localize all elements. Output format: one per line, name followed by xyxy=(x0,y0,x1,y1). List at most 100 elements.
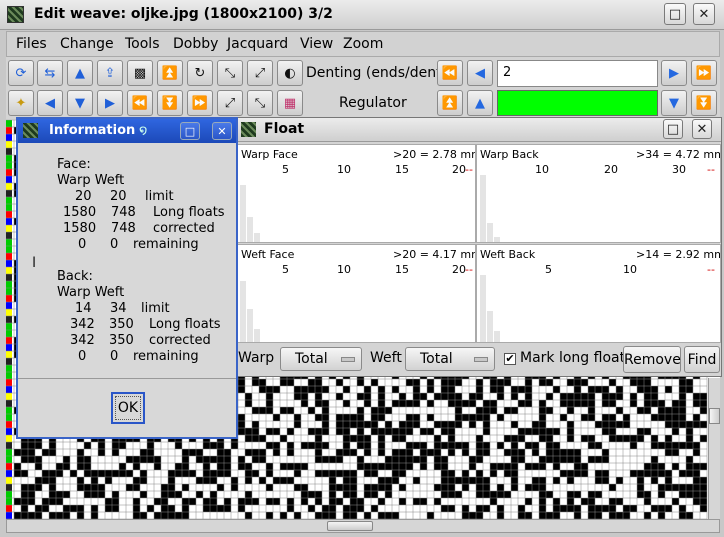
shift-up-icon[interactable]: ▲ xyxy=(67,60,93,86)
double-up-icon[interactable]: ⏫ xyxy=(157,60,183,86)
information-title: Information xyxy=(49,123,136,138)
broom-icon[interactable]: ✦ xyxy=(8,90,34,116)
chevron-down-icon xyxy=(474,357,488,362)
weft-select-label: Weft xyxy=(370,350,402,366)
float-close-button[interactable]: ✕ xyxy=(692,119,712,139)
chevron-down-icon xyxy=(341,357,355,362)
down-small-icon[interactable]: ▼ xyxy=(661,90,687,116)
down-double-icon[interactable]: ⏬ xyxy=(691,90,717,116)
warp-back-label: Warp Back xyxy=(480,148,539,161)
face-long-label: Long floats xyxy=(153,205,225,220)
weft-face-tick: 20 xyxy=(452,263,466,276)
last-icon[interactable]: ⏩ xyxy=(691,60,717,86)
weft-select[interactable]: Total xyxy=(405,347,495,371)
refresh-icon[interactable]: ⟳ xyxy=(8,60,34,86)
info-maximize-button[interactable]: □ xyxy=(180,122,200,140)
warp-face-tick: 5 xyxy=(282,163,289,176)
down-icon[interactable]: ▼ xyxy=(67,90,93,116)
double-left-icon[interactable]: ⏪ xyxy=(127,90,153,116)
face-columns: Warp Weft xyxy=(57,173,125,188)
menu-tools[interactable]: Tools xyxy=(125,36,160,52)
weft-face-marker: -- xyxy=(465,263,473,276)
right-icon[interactable]: ▶ xyxy=(97,90,123,116)
warp-face-stat: >20 = 2.78 mm: 0 xyxy=(393,148,475,161)
back-heading: Back: xyxy=(57,269,93,284)
vertical-scrollbar[interactable] xyxy=(708,378,720,520)
up-double-icon[interactable]: ⏫ xyxy=(437,90,463,116)
rotate-icon[interactable]: ↻ xyxy=(187,60,213,86)
face-corrected-label: corrected xyxy=(153,221,215,236)
info-close-button[interactable]: ✕ xyxy=(212,122,232,140)
shade-icon[interactable]: ໑ xyxy=(139,123,147,138)
histogram-bar xyxy=(240,281,246,342)
float-title-bar: Float □ ✕ xyxy=(237,118,721,142)
upload-icon[interactable]: ⇪ xyxy=(97,60,123,86)
close-button[interactable]: ✕ xyxy=(693,3,715,25)
horizontal-scrollbar[interactable] xyxy=(6,519,720,533)
swap-icon[interactable]: ⇆ xyxy=(37,60,63,86)
warp-select-value: Total xyxy=(295,351,328,367)
weft-back-panel: Weft Back >14 = 2.92 mm: 0 5 10 -- xyxy=(476,244,721,343)
warp-face-label: Warp Face xyxy=(241,148,298,161)
information-title-bar: Information ໑ □ ✕ xyxy=(18,119,236,143)
back-corrected-weft: 350 xyxy=(109,333,134,348)
menu-change[interactable]: Change xyxy=(60,36,114,52)
weft-face-label: Weft Face xyxy=(241,248,295,261)
prev-icon[interactable]: ◀ xyxy=(467,60,493,86)
information-body: Face: Warp Weft 20 20 limit 1580 748 Lon… xyxy=(18,143,236,379)
focus-ring xyxy=(115,396,141,420)
warp-back-panel: Warp Back >34 = 4.72 mm: 0 10 20 30 -- xyxy=(476,144,721,243)
regulator-color-bar[interactable] xyxy=(497,90,658,116)
diagonal-right-icon[interactable]: ⤡ xyxy=(217,60,243,86)
first-icon[interactable]: ⏪ xyxy=(437,60,463,86)
menu-files[interactable]: Files xyxy=(16,36,47,52)
warp-select-label: Warp xyxy=(238,350,275,366)
vertical-scroll-thumb[interactable] xyxy=(709,408,720,424)
next-icon[interactable]: ▶ xyxy=(661,60,687,86)
mark-long-floats-checkbox[interactable]: ✔ xyxy=(504,353,516,365)
left-icon[interactable]: ◀ xyxy=(37,90,63,116)
invert-icon[interactable]: ▩ xyxy=(127,60,153,86)
warp-face-tick: 20 xyxy=(452,163,466,176)
text-cursor-icon: I xyxy=(32,255,37,271)
histogram-bar xyxy=(247,309,253,342)
horizontal-scroll-thumb[interactable] xyxy=(327,521,373,531)
menu-zoom[interactable]: Zoom xyxy=(343,36,383,52)
face-corrected-weft: 748 xyxy=(111,221,136,236)
menu-dobby[interactable]: Dobby xyxy=(173,36,218,52)
diagonal-down-icon[interactable]: ⤡ xyxy=(247,90,273,116)
remove-button[interactable]: Remove xyxy=(623,346,681,373)
histogram-bar xyxy=(480,175,486,242)
warp-back-marker: -- xyxy=(707,163,715,176)
menu-view[interactable]: View xyxy=(300,36,333,52)
back-long-weft: 350 xyxy=(109,317,134,332)
denting-input[interactable]: 2 xyxy=(497,60,658,87)
find-button[interactable]: Find xyxy=(684,346,720,373)
face-corrected-warp: 1580 xyxy=(63,221,97,236)
menubar: Files Change Tools Dobby Jacquard View Z… xyxy=(6,31,720,57)
ok-button[interactable]: OK xyxy=(111,392,145,424)
weft-face-tick: 15 xyxy=(395,263,409,276)
diagonal-left-icon[interactable]: ⤢ xyxy=(247,60,273,86)
float-controls: Warp Total Weft Total ✔ Mark long floats… xyxy=(237,344,721,376)
information-dialog: Information ໑ □ ✕ Face: Warp Weft 20 20 … xyxy=(16,117,238,439)
warp-face-tick: 15 xyxy=(395,163,409,176)
histogram-bar xyxy=(494,331,500,342)
weft-face-stat: >20 = 4.17 mm: 0 xyxy=(393,248,475,261)
histogram-bar xyxy=(487,311,493,342)
double-down-icon[interactable]: ⏬ xyxy=(157,90,183,116)
grid-icon[interactable]: ▦ xyxy=(277,90,303,116)
up-icon[interactable]: ▲ xyxy=(467,90,493,116)
menu-jacquard[interactable]: Jacquard xyxy=(227,36,288,52)
weft-back-tick: 10 xyxy=(623,263,637,276)
weft-face-panel: Weft Face >20 = 4.17 mm: 0 5 10 15 20 -- xyxy=(237,244,476,343)
back-remaining-label: remaining xyxy=(133,349,199,364)
warp-select[interactable]: Total xyxy=(280,347,362,371)
back-remaining-warp: 0 xyxy=(78,349,87,364)
circle-icon[interactable]: ◐ xyxy=(277,60,303,86)
maximize-button[interactable]: □ xyxy=(664,3,686,25)
double-right-icon[interactable]: ⏩ xyxy=(187,90,213,116)
face-long-weft: 748 xyxy=(111,205,136,220)
diagonal-up-icon[interactable]: ⤢ xyxy=(217,90,243,116)
float-maximize-button[interactable]: □ xyxy=(663,119,683,139)
